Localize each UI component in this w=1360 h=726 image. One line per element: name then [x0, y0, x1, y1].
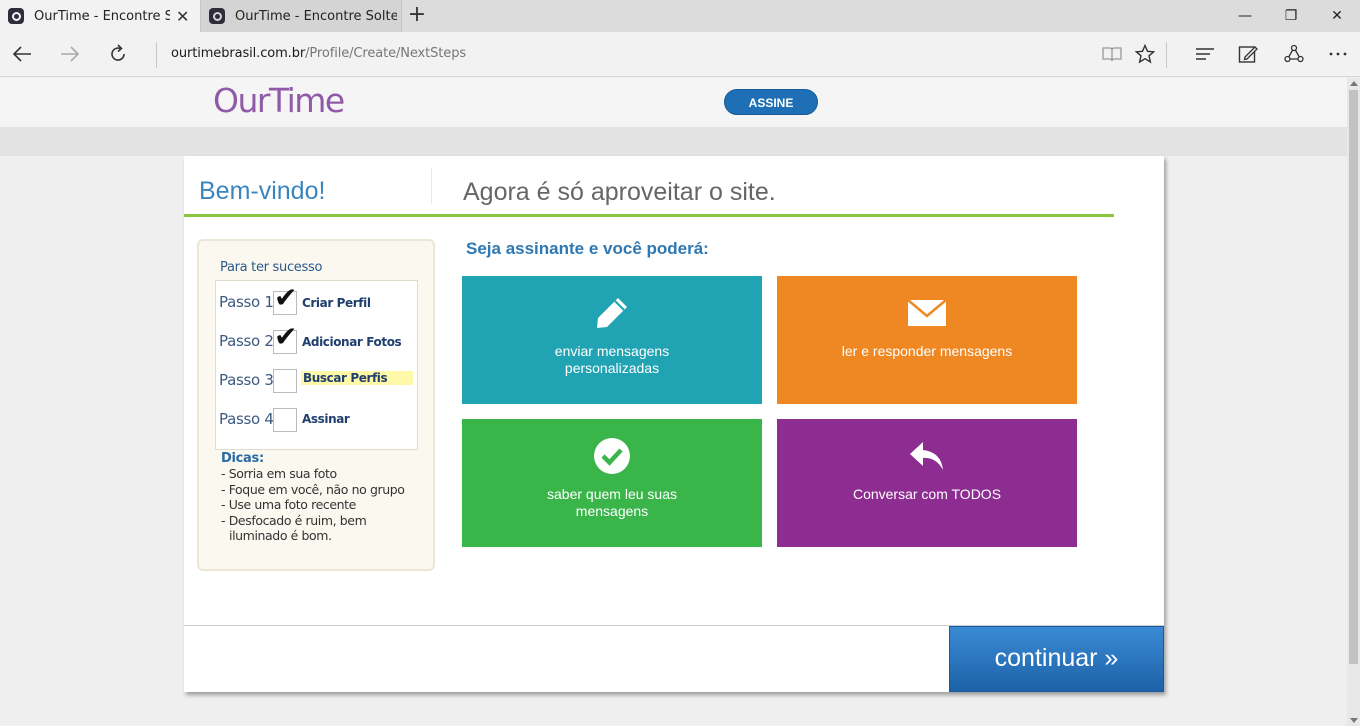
step-2: Passo 2 ✔ Adicionar Fotos: [216, 320, 419, 358]
refresh-icon[interactable]: [102, 38, 134, 70]
page-viewport: OurTime ASSINE Bem-vindo! Agora é só apr…: [0, 78, 1347, 726]
favorite-star-icon[interactable]: [1129, 38, 1161, 70]
step-label: Passo 2: [219, 332, 274, 350]
steps-list: Passo 1 ✔ Criar Perfil Passo 2 ✔ Adicion…: [215, 280, 418, 450]
checkmark-circle-icon: [593, 436, 631, 476]
scroll-down-arrow-icon[interactable]: [1350, 718, 1358, 723]
subscriber-subtitle: Seja assinante e você poderá:: [466, 239, 709, 258]
step-label: Passo 3: [219, 371, 274, 389]
feature-tile-chat-everyone[interactable]: Conversar com TODOS: [777, 419, 1077, 547]
welcome-card: Bem-vindo! Agora é só aproveitar o site.…: [184, 156, 1164, 692]
welcome-title: Bem-vindo!: [199, 177, 326, 205]
restore-button[interactable]: ❐: [1268, 0, 1314, 32]
checkmark-icon: ✔: [274, 281, 298, 314]
minimize-button[interactable]: —: [1222, 0, 1268, 32]
tip-item: Desfocado é ruim, bem iluminado é bom.: [219, 513, 419, 544]
url-separator: [156, 42, 157, 68]
step-label: Passo 1: [219, 293, 274, 311]
close-window-button[interactable]: ✕: [1314, 0, 1360, 32]
page-scrollbar[interactable]: [1347, 78, 1360, 726]
scrollbar-thumb[interactable]: [1349, 90, 1358, 664]
site-header: OurTime ASSINE: [0, 78, 1347, 127]
step-label: Passo 4: [219, 410, 274, 428]
subscribe-button[interactable]: ASSINE: [724, 89, 818, 115]
scroll-up-arrow-icon[interactable]: [1350, 81, 1358, 86]
step-4: Passo 4 Assinar: [216, 400, 419, 436]
tile-label: ler e responder mensagens: [841, 343, 1013, 359]
web-note-icon[interactable]: [1232, 38, 1264, 70]
tip-item: Use uma foto recente: [219, 497, 419, 513]
step-name[interactable]: Assinar: [302, 412, 350, 426]
tile-label: Conversar com TODOS: [852, 486, 1002, 502]
green-divider: [184, 214, 1114, 217]
header-band: [0, 127, 1347, 156]
address-bar[interactable]: ourtimebrasil.com.br/Profile/Create/Next…: [171, 46, 466, 61]
pencil-icon: [594, 293, 630, 333]
forward-arrow-icon[interactable]: [54, 38, 86, 70]
page-headline: Agora é só aproveitar o site.: [463, 178, 776, 206]
browser-nav-bar: ourtimebrasil.com.br/Profile/Create/Next…: [0, 32, 1360, 77]
back-arrow-icon[interactable]: [6, 38, 38, 70]
step-1: Passo 1 ✔ Criar Perfil: [216, 281, 419, 319]
hub-icon[interactable]: [1189, 38, 1221, 70]
success-sidebar: Para ter sucesso Passo 1 ✔ Criar Perfil …: [197, 239, 435, 571]
feature-tile-read-receipts[interactable]: saber quem leu suas mensagens: [462, 419, 762, 547]
tab-title: OurTime - Encontre Solteiros: [235, 8, 397, 24]
title-divider: [431, 168, 432, 204]
site-favicon-icon: [8, 8, 24, 24]
step-3: Passo 3 Buscar Perfis: [216, 361, 419, 397]
feature-tile-read-messages[interactable]: ler e responder mensagens: [777, 276, 1077, 404]
checkmark-icon: ✔: [274, 320, 298, 353]
tip-item: Foque em você, não no grupo: [219, 482, 419, 498]
feature-tile-send-messages[interactable]: enviar mensagens personalizadas: [462, 276, 762, 404]
tab-close-icon[interactable]: ✕: [176, 7, 189, 26]
envelope-icon: [907, 293, 947, 333]
url-path: /Profile/Create/NextSteps: [305, 46, 467, 61]
ourtime-logo[interactable]: OurTime: [213, 81, 345, 120]
tip-item: Sorria em sua foto: [219, 466, 419, 482]
toolbar-separator: [1166, 42, 1167, 68]
new-tab-button[interactable]: +: [406, 4, 428, 26]
tab-title: OurTime - Encontre Solteiros: [34, 8, 170, 24]
continue-button[interactable]: continuar »: [949, 626, 1164, 692]
reading-view-icon[interactable]: [1096, 38, 1128, 70]
sidebar-title: Para ter sucesso: [220, 260, 323, 275]
step-name-highlighted[interactable]: Buscar Perfis: [301, 371, 413, 385]
tips-list: Sorria em sua foto Foque em você, não no…: [219, 466, 419, 544]
reply-arrow-icon: [908, 436, 946, 476]
tips-title: Dicas:: [221, 451, 264, 466]
tile-label: saber quem leu suas mensagens: [547, 486, 677, 519]
step-checkbox: [273, 408, 297, 432]
step-checkbox: [273, 369, 297, 393]
tile-label: enviar mensagens personalizadas: [554, 343, 670, 376]
share-icon[interactable]: [1278, 38, 1310, 70]
browser-tab-bar: OurTime - Encontre Solteiros ✕ OurTime -…: [0, 0, 1360, 32]
step-name[interactable]: Adicionar Fotos: [302, 335, 402, 349]
url-domain: ourtimebrasil.com.br: [171, 46, 306, 61]
browser-tab-active[interactable]: OurTime - Encontre Solteiros ✕: [0, 0, 200, 32]
more-icon[interactable]: [1322, 38, 1354, 70]
browser-tab-inactive[interactable]: OurTime - Encontre Solteiros: [200, 0, 402, 32]
site-favicon-icon: [209, 8, 225, 24]
step-name[interactable]: Criar Perfil: [302, 296, 371, 310]
